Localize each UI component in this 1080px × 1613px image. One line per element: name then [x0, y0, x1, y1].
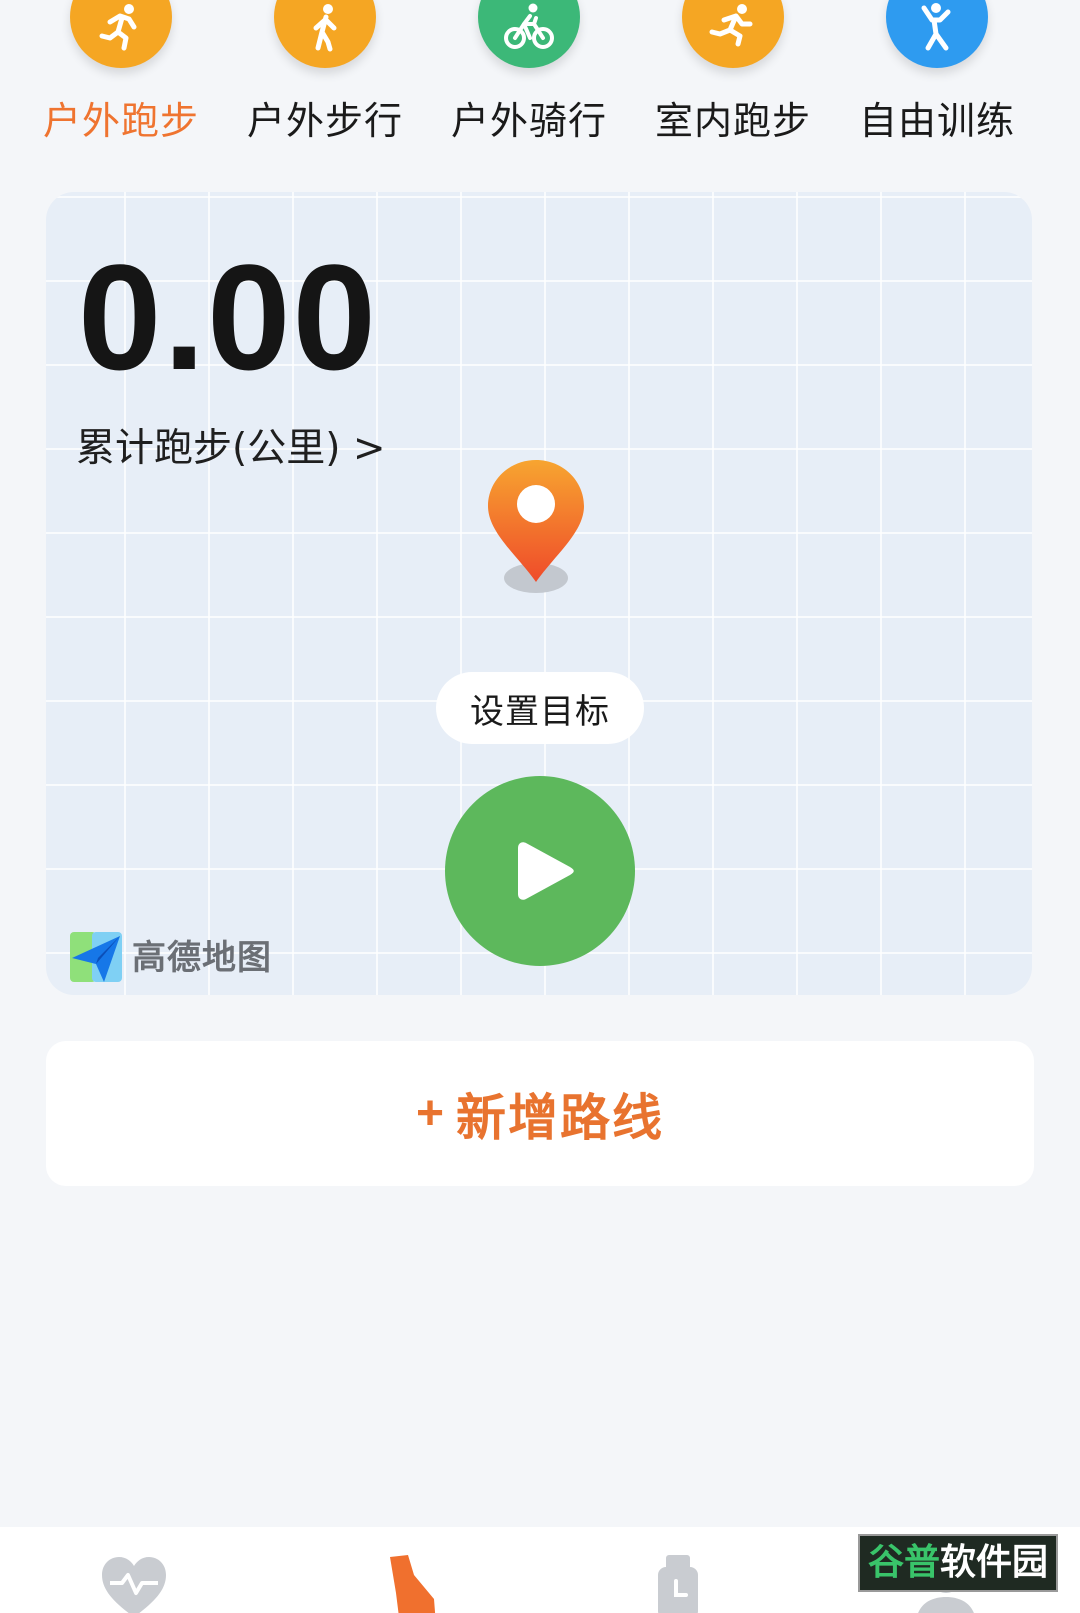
play-icon [518, 842, 574, 900]
watch-icon [658, 1555, 698, 1613]
tab-label: 户外跑步 [42, 99, 199, 143]
tab-outdoor-walking[interactable]: 户外步行 [222, 0, 428, 160]
amap-label: 高德地图 [132, 938, 272, 978]
total-distance-link[interactable]: 累计跑步(公里) > [76, 424, 386, 474]
sport-shoe-icon [390, 1555, 436, 1613]
watermark: 谷普软件园 [858, 1534, 1058, 1592]
running-icon [70, 0, 172, 68]
sport-type-tabs: 户外跑步 户外步行 户外骑行 室内跑步 自由训练 [0, 0, 1080, 160]
free-training-icon [886, 0, 988, 68]
walking-icon [274, 0, 376, 68]
set-goal-button[interactable]: 设置目标 [436, 672, 644, 744]
nav-health[interactable] [74, 1527, 194, 1613]
tab-outdoor-running[interactable]: 户外跑步 [18, 0, 224, 160]
tab-free-training[interactable]: 自由训练 [834, 0, 1040, 160]
tab-label: 户外骑行 [450, 99, 607, 143]
nav-sport[interactable] [350, 1527, 470, 1613]
amap-logo: 高德地图 [68, 928, 288, 988]
plus-icon: + [415, 1087, 445, 1140]
nav-device[interactable] [618, 1527, 738, 1613]
map-card: 0.00 累计跑步(公里) > 设置目标 高德地图 [46, 192, 1032, 995]
tab-indoor-running[interactable]: 室内跑步 [630, 0, 836, 160]
add-route-label: 新增路线 [456, 1089, 665, 1146]
watermark-text-white: 软件园 [940, 1542, 1049, 1583]
tab-label: 室内跑步 [654, 99, 811, 143]
tab-outdoor-cycling[interactable]: 户外骑行 [426, 0, 632, 160]
amap-icon [70, 932, 122, 982]
heart-icon [102, 1557, 166, 1613]
location-pin-icon [484, 456, 588, 596]
treadmill-running-icon [682, 0, 784, 68]
start-workout-button[interactable] [445, 776, 635, 966]
tab-label: 自由训练 [858, 99, 1015, 143]
tab-label: 户外步行 [246, 99, 403, 143]
total-distance-value: 0.00 [78, 233, 378, 401]
cycling-icon [478, 0, 580, 68]
watermark-text-green: 谷普 [867, 1542, 940, 1583]
add-route-button[interactable]: + 新增路线 [46, 1041, 1034, 1186]
